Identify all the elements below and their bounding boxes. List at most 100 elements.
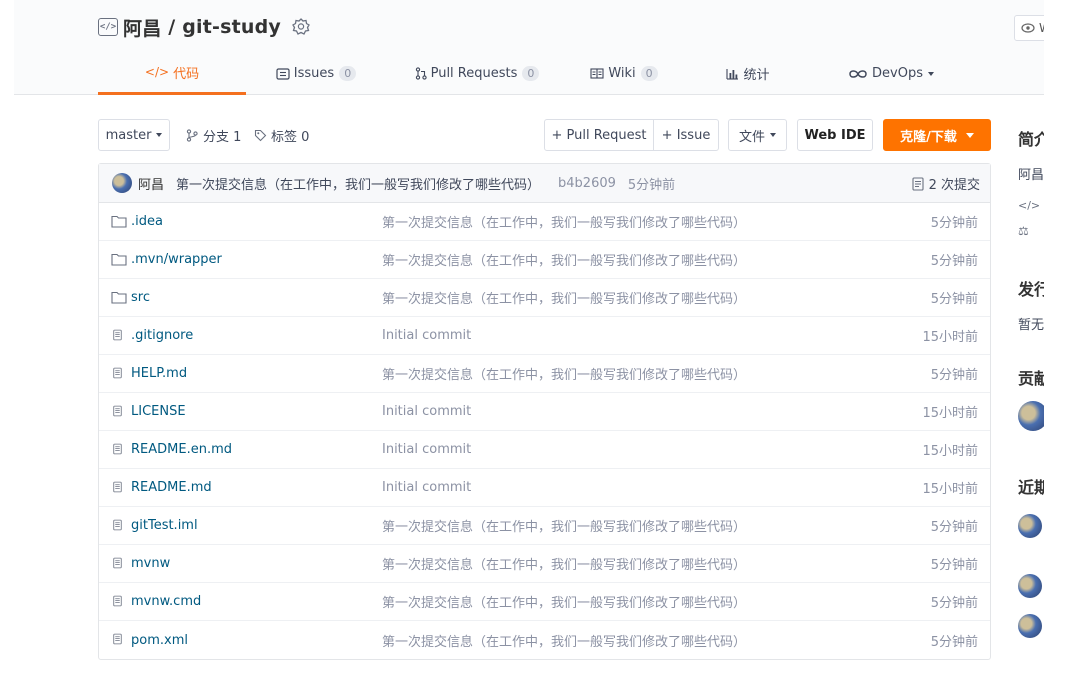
file-commit-time: 5分钟前 — [930, 368, 978, 383]
branch-select-value: master — [105, 127, 152, 143]
repo-separator: / — [161, 16, 183, 38]
file-menu-button[interactable]: 文件 — [728, 119, 787, 151]
tab-issues[interactable]: Issues 0 — [246, 52, 386, 95]
issues-icon — [276, 67, 290, 80]
code-icon: </> — [144, 65, 170, 79]
new-pull-request-button[interactable]: + Pull Request — [544, 119, 654, 151]
recent-activity-avatar[interactable] — [1018, 514, 1042, 538]
viewport-edge — [1044, 0, 1092, 678]
file-row[interactable]: src 第一次提交信息（在工作中，我们一般写我们修改了哪些代码） 5分钟前 — [99, 279, 990, 317]
file-commit-time: 15小时前 — [922, 330, 978, 345]
repo-owner-link[interactable]: 阿昌 — [123, 14, 161, 41]
file-commit-message[interactable]: Initial commit — [382, 328, 471, 343]
file-row[interactable]: mvnw 第一次提交信息（在工作中，我们一般写我们修改了哪些代码） 5分钟前 — [99, 545, 990, 583]
file-icon — [113, 405, 122, 417]
file-name-link[interactable]: mvnw — [131, 556, 170, 571]
commit-count-link[interactable]: 2 次提交 — [912, 164, 980, 203]
tags-link[interactable]: 标签 0 — [254, 119, 309, 151]
file-row[interactable]: .mvn/wrapper 第一次提交信息（在工作中，我们一般写我们修改了哪些代码）… — [99, 241, 990, 279]
tab-pull-requests-label: Pull Requests — [430, 66, 518, 81]
file-row[interactable]: pom.xml 第一次提交信息（在工作中，我们一般写我们修改了哪些代码） 5分钟前 — [99, 621, 990, 659]
pull-requests-count-badge: 0 — [522, 66, 540, 81]
recent-activity-avatar[interactable] — [1018, 574, 1042, 598]
file-commit-time: 15小时前 — [922, 406, 978, 421]
tag-icon — [254, 129, 267, 141]
sidebar-release-text: 暂无 — [1018, 318, 1045, 333]
repo-toolbar: master 分支 1 标签 0 + Pull Request + Issue … — [98, 119, 991, 151]
commit-count-label: 2 次提交 — [928, 178, 980, 193]
repo-code-icon: </> — [98, 18, 118, 36]
tab-pull-requests[interactable]: Pull Requests 0 — [386, 52, 568, 95]
tab-devops[interactable]: DevOps — [816, 52, 966, 95]
tab-wiki[interactable]: Wiki 0 — [568, 52, 680, 95]
file-name-link[interactable]: .gitignore — [131, 328, 193, 343]
file-commit-message[interactable]: 第一次提交信息（在工作中，我们一般写我们修改了哪些代码） — [382, 364, 746, 383]
branch-select[interactable]: master — [98, 119, 170, 151]
file-commit-message[interactable]: Initial commit — [382, 480, 471, 495]
file-name-link[interactable]: .mvn/wrapper — [131, 252, 222, 267]
branches-link[interactable]: 分支 1 — [186, 119, 241, 151]
wiki-icon — [590, 68, 604, 79]
file-commit-time: 5分钟前 — [930, 216, 978, 231]
commit-author-avatar[interactable] — [112, 173, 132, 193]
repo-name-link[interactable]: git-study — [182, 16, 281, 38]
wiki-count-badge: 0 — [640, 66, 658, 81]
commit-message[interactable]: 第一次提交信息（在工作中，我们一般写我们修改了哪些代码） — [176, 174, 540, 193]
folder-icon — [111, 291, 127, 304]
file-name-link[interactable]: HELP.md — [131, 366, 187, 381]
file-commit-time: 5分钟前 — [930, 634, 978, 650]
file-commit-time: 5分钟前 — [930, 254, 978, 269]
file-name-link[interactable]: pom.xml — [131, 633, 188, 648]
file-row[interactable]: README.en.md Initial commit 15小时前 — [99, 431, 990, 469]
file-name-link[interactable]: src — [131, 290, 150, 305]
file-commit-message[interactable]: 第一次提交信息（在工作中，我们一般写我们修改了哪些代码） — [382, 592, 746, 611]
new-issue-label: + Issue — [661, 127, 711, 143]
file-commit-time: 5分钟前 — [930, 596, 978, 611]
tab-stats-label: 统计 — [743, 68, 770, 83]
file-commit-message[interactable]: 第一次提交信息（在工作中，我们一般写我们修改了哪些代码） — [382, 631, 746, 650]
file-icon — [113, 557, 122, 569]
web-ide-button[interactable]: Web IDE — [797, 119, 873, 151]
tab-stats[interactable]: 统计 — [680, 52, 816, 95]
clone-download-label: 克隆/下载 — [900, 129, 957, 145]
file-icon — [113, 329, 122, 341]
tab-code[interactable]: </> 代码 — [98, 52, 246, 95]
file-commit-message[interactable]: Initial commit — [382, 404, 471, 419]
file-commit-message[interactable]: 第一次提交信息（在工作中，我们一般写我们修改了哪些代码） — [382, 554, 746, 573]
commit-sha[interactable]: b4b2609 — [558, 176, 616, 191]
file-icon — [113, 367, 122, 379]
file-row[interactable]: gitTest.iml 第一次提交信息（在工作中，我们一般写我们修改了哪些代码） 5… — [99, 507, 990, 545]
clone-download-button[interactable]: 克隆/下载 — [883, 119, 991, 151]
recent-activity-avatar[interactable] — [1018, 614, 1042, 638]
file-name-link[interactable]: LICENSE — [131, 404, 186, 419]
web-ide-label: Web IDE — [804, 127, 866, 143]
folder-icon — [111, 215, 127, 228]
file-row[interactable]: .idea 第一次提交信息（在工作中，我们一般写我们修改了哪些代码） 5分钟前 — [99, 203, 990, 241]
file-row[interactable]: README.md Initial commit 15小时前 — [99, 469, 990, 507]
file-name-link[interactable]: .idea — [131, 214, 163, 229]
chevron-down-icon — [770, 133, 776, 137]
tab-code-label: 代码 — [173, 66, 200, 82]
file-commit-message[interactable]: 第一次提交信息（在工作中，我们一般写我们修改了哪些代码） — [382, 516, 746, 535]
file-row[interactable]: HELP.md 第一次提交信息（在工作中，我们一般写我们修改了哪些代码） 5分钟前 — [99, 355, 990, 393]
file-commit-message[interactable]: 第一次提交信息（在工作中，我们一般写我们修改了哪些代码） — [382, 250, 746, 269]
file-name-link[interactable]: README.en.md — [131, 442, 232, 457]
file-name-link[interactable]: README.md — [131, 480, 212, 495]
file-name-link[interactable]: mvnw.cmd — [131, 594, 201, 609]
file-name-link[interactable]: gitTest.iml — [131, 518, 198, 533]
new-issue-button[interactable]: + Issue — [653, 119, 719, 151]
file-commit-message[interactable]: 第一次提交信息（在工作中，我们一般写我们修改了哪些代码） — [382, 288, 746, 307]
eye-icon — [1021, 23, 1035, 33]
chevron-down-icon — [156, 133, 163, 137]
commit-author[interactable]: 阿昌 — [138, 174, 164, 193]
file-icon — [113, 633, 122, 645]
file-row[interactable]: LICENSE Initial commit 15小时前 — [99, 393, 990, 431]
file-row[interactable]: .gitignore Initial commit 15小时前 — [99, 317, 990, 355]
file-commit-message[interactable]: 第一次提交信息（在工作中，我们一般写我们修改了哪些代码） — [382, 212, 746, 231]
file-commit-time: 15小时前 — [922, 482, 978, 497]
file-commit-message[interactable]: Initial commit — [382, 442, 471, 457]
file-row[interactable]: mvnw.cmd 第一次提交信息（在工作中，我们一般写我们修改了哪些代码） 5分钟前 — [99, 583, 990, 621]
file-commit-time: 5分钟前 — [930, 292, 978, 307]
recommended-badge-icon — [292, 18, 310, 35]
file-menu-label: 文件 — [738, 129, 765, 145]
